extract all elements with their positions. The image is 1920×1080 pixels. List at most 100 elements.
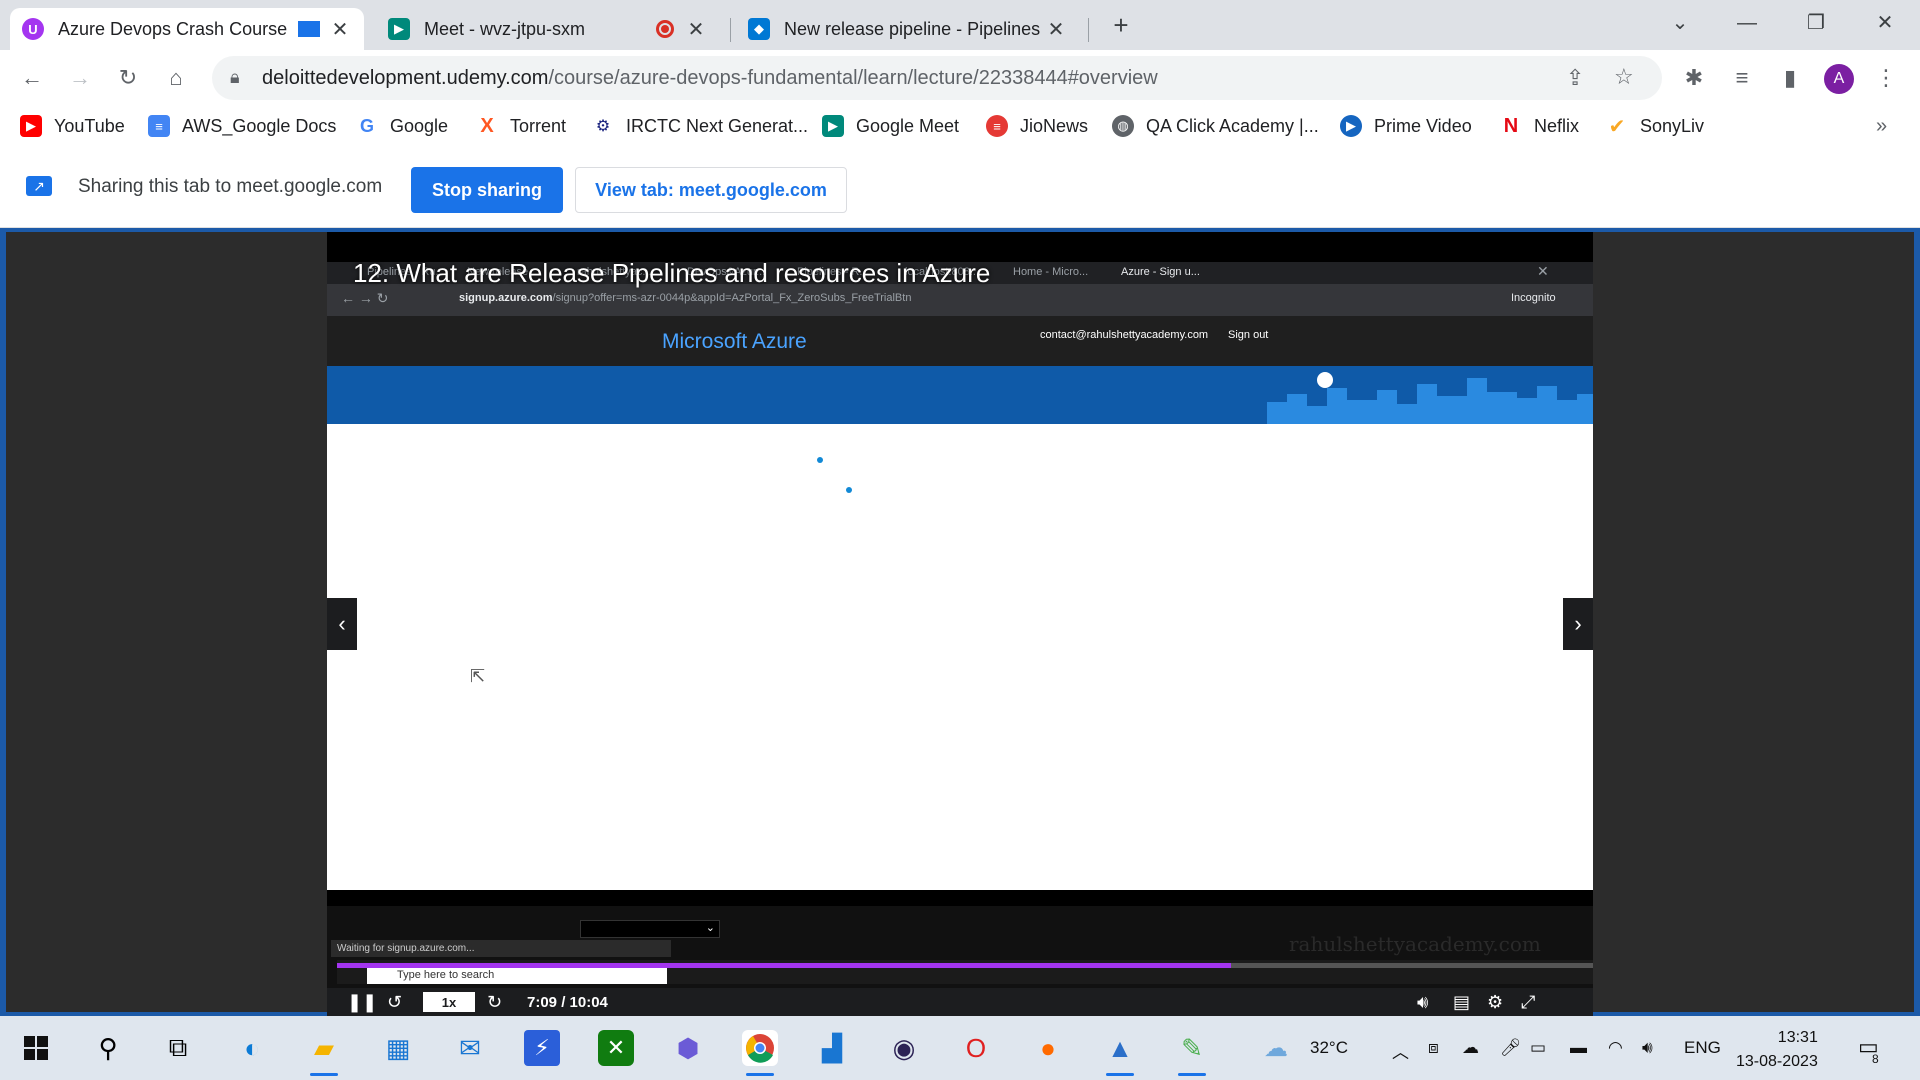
playback-speed-button[interactable]: 1x	[423, 992, 475, 1012]
video-frame: Pipelines - Ru... New release... rahulsh…	[327, 232, 1593, 1016]
paint-icon[interactable]: ✎	[1174, 1030, 1210, 1076]
clock[interactable]: 13:31 13-08-2023	[1736, 1026, 1818, 1074]
postman-icon[interactable]: ●	[1030, 1030, 1066, 1066]
mail-icon[interactable]: ✉	[452, 1030, 488, 1066]
close-tab-icon[interactable]: ✕	[684, 17, 708, 42]
wifi-icon[interactable]: ◠	[1608, 1038, 1623, 1058]
udemy-icon: U	[22, 18, 44, 40]
restore-button[interactable]: ❐	[1796, 8, 1836, 38]
video-progress-bar[interactable]	[337, 963, 1593, 968]
nested-url: signup.azure.com/signup?offer=ms-azr-004…	[459, 292, 912, 304]
next-lecture-button[interactable]: ›	[1563, 598, 1593, 650]
clock-time: 13:31	[1777, 1029, 1818, 1046]
media-control-icon[interactable]: ≡	[1726, 62, 1758, 94]
forward-5-icon[interactable]: ↻	[487, 990, 502, 1014]
tab-meet[interactable]: ▶ Meet - wvz-jtpu-sxm ✕	[376, 8, 720, 50]
tab-search-icon[interactable]: ⌄	[1660, 8, 1700, 38]
view-tab-button[interactable]: View tab: meet.google.com	[575, 167, 847, 213]
close-tab-icon[interactable]: ✕	[1044, 17, 1068, 42]
profile-avatar[interactable]: A	[1824, 64, 1854, 94]
forward-icon[interactable]: →	[64, 62, 96, 94]
fullscreen-icon[interactable]: ⤢	[1521, 990, 1535, 1014]
bookmarks-bar: ▶ YouTube ≡ AWS_Google Docs G Google X Torre…	[0, 106, 1920, 146]
share-icon[interactable]: ⇪	[1566, 65, 1584, 91]
edge-icon[interactable]: ◐	[234, 1030, 270, 1066]
bookmark-youtube[interactable]: ▶ YouTube	[20, 114, 125, 138]
chrome-icon[interactable]	[742, 1030, 778, 1076]
tab-release-pipeline[interactable]: ◆ New release pipeline - Pipelines ✕	[736, 8, 1080, 50]
power-automate-icon[interactable]: ⚡	[524, 1030, 560, 1066]
task-view-icon[interactable]: ⧉	[160, 1030, 196, 1066]
nested-close-icon: ✕	[1537, 263, 1549, 279]
settings-icon[interactable]: ⚙	[1487, 990, 1503, 1014]
bookmark-star-icon[interactable]: ☆	[1614, 64, 1634, 90]
azure-title: Microsoft Azure	[662, 330, 807, 353]
google-icon: G	[356, 115, 378, 137]
bookmark-jionews[interactable]: ≡ JioNews	[986, 114, 1088, 138]
tab-separator	[730, 18, 731, 42]
sharing-message: Sharing this tab to meet.google.com	[78, 176, 383, 197]
menu-icon[interactable]: ⋮	[1870, 62, 1902, 94]
windows-start-icon[interactable]	[18, 1030, 54, 1066]
volume-icon[interactable]: 🔊︎	[1417, 990, 1428, 1014]
tab-sharing-infobar: ↗ Sharing this tab to meet.google.com St…	[0, 146, 1920, 228]
captions-icon[interactable]: ▤	[1453, 990, 1470, 1014]
irctc-icon: ⚙	[592, 115, 614, 137]
more-bookmarks-icon[interactable]: »	[1876, 114, 1887, 138]
screen-share-icon: ↗	[26, 176, 52, 196]
new-tab-button[interactable]: +	[1101, 10, 1141, 40]
bookmark-aws-google-docs[interactable]: ≡ AWS_Google Docs	[148, 114, 336, 138]
azure-data-studio-icon[interactable]: ▟	[814, 1030, 850, 1066]
language-indicator[interactable]: ENG	[1684, 1038, 1721, 1058]
photos-icon[interactable]: ▲	[1102, 1030, 1138, 1076]
speaker-icon[interactable]: 🔊︎	[1642, 1038, 1653, 1058]
loading-dot	[817, 457, 823, 463]
jionews-icon: ≡	[986, 115, 1008, 137]
tab-separator	[1088, 18, 1089, 42]
bookmark-neflix[interactable]: N Neflix	[1500, 114, 1579, 138]
xbox-icon[interactable]: ✕	[598, 1030, 634, 1066]
store-icon[interactable]: ▦	[380, 1030, 416, 1066]
teams-icon[interactable]: ⬢	[670, 1030, 706, 1066]
tab-azure-devops[interactable]: U Azure Devops Crash Course ✕	[10, 8, 364, 50]
display-icon[interactable]: ▭	[1530, 1038, 1546, 1058]
bookmark-irctc[interactable]: ⚙ IRCTC Next Generat...	[592, 114, 808, 138]
bookmark-prime-video[interactable]: ▶ Prime Video	[1340, 114, 1472, 138]
stop-sharing-button[interactable]: Stop sharing	[411, 167, 563, 213]
bookmark-torrent[interactable]: X Torrent	[476, 114, 566, 138]
nested-dropdown: ⌄	[580, 920, 720, 938]
close-tab-icon[interactable]: ✕	[328, 17, 352, 42]
search-icon[interactable]: ⚲	[90, 1030, 126, 1066]
microphone-icon[interactable]: 🎤︎	[1500, 1038, 1522, 1058]
browser-tab-strip: U Azure Devops Crash Course ✕ ▶ Meet - w…	[0, 0, 1920, 50]
side-panel-icon[interactable]: ▮	[1774, 62, 1806, 94]
battery-icon[interactable]: ▬	[1570, 1038, 1587, 1058]
back-icon[interactable]: ←	[16, 62, 48, 94]
home-icon[interactable]: ⌂	[160, 62, 192, 94]
azure-contact: contact@rahulshettyacademy.com	[1040, 329, 1209, 341]
chevron-up-icon[interactable]: ︿	[1392, 1038, 1409, 1063]
bookmark-google[interactable]: G Google	[356, 114, 448, 138]
eclipse-icon[interactable]: ◉	[886, 1030, 922, 1066]
bookmark-sonyliv[interactable]: ✔ SonyLiv	[1606, 114, 1704, 138]
video-player[interactable]: Pipelines - Ru... New release... rahulsh…	[327, 232, 1593, 1016]
nested-nav-icons: ← → ↻	[341, 290, 389, 306]
close-window-button[interactable]: ✕	[1865, 8, 1905, 38]
meet-tray-icon[interactable]: ⧈	[1428, 1038, 1439, 1058]
address-bar[interactable]: 🔒︎ deloittedevelopment.udemy.com/course/…	[212, 56, 1662, 100]
azure-banner	[327, 366, 1593, 424]
azure-signout: Sign out	[1228, 329, 1269, 341]
opera-icon[interactable]: O	[958, 1030, 994, 1066]
file-explorer-icon[interactable]: ▰	[306, 1030, 342, 1076]
previous-lecture-button[interactable]: ‹	[327, 598, 357, 650]
reload-icon[interactable]: ↻	[112, 62, 144, 94]
pause-button[interactable]: ❚❚	[347, 990, 377, 1014]
bookmark-google-meet[interactable]: ▶ Google Meet	[822, 114, 959, 138]
rewind-5-icon[interactable]: ↺	[387, 990, 402, 1014]
weather-temp[interactable]: 32°C	[1310, 1038, 1348, 1058]
bookmark-qa-click-academy[interactable]: ◍ QA Click Academy |...	[1112, 114, 1319, 138]
globe-icon: ◍	[1112, 115, 1134, 137]
extensions-icon[interactable]: ✱	[1678, 62, 1710, 94]
onedrive-icon[interactable]: ☁	[1462, 1038, 1479, 1058]
minimize-button[interactable]: —	[1727, 8, 1767, 38]
